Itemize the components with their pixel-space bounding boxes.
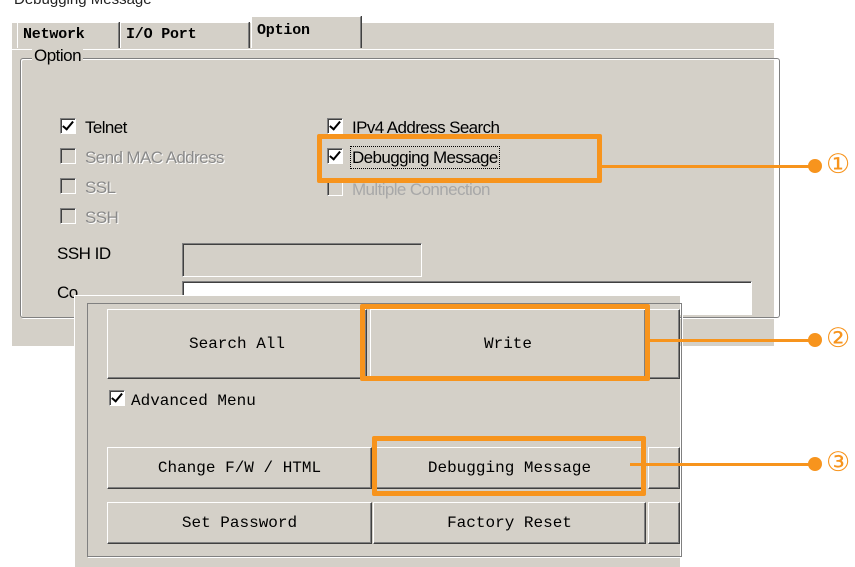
leader-dot-2 [808, 333, 822, 347]
leader-line-1 [600, 165, 812, 168]
marker-3: ③ [826, 447, 851, 478]
change-fw-html-button[interactable]: Change F/W / HTML [107, 447, 372, 489]
marker-1: ① [826, 149, 851, 180]
leader-line-3 [630, 463, 812, 466]
ssh-checkbox: SSH [60, 208, 119, 228]
checkbox-box[interactable] [109, 390, 125, 406]
set-password-button[interactable]: Set Password [107, 502, 372, 544]
highlight-box-1 [317, 134, 602, 183]
advanced-menu-checkbox[interactable]: Advanced Menu [109, 390, 256, 410]
tab-option[interactable]: Option [251, 16, 361, 48]
checkbox-box [60, 208, 76, 224]
ssl-checkbox: SSL [60, 178, 116, 198]
leader-dot-1 [808, 159, 822, 173]
checkbox-box [60, 178, 76, 194]
clipped-button[interactable] [648, 309, 680, 379]
multiple-connection-checkbox: Multiple Connection [327, 180, 491, 200]
factory-reset-button[interactable]: Factory Reset [373, 502, 646, 544]
checkbox-box [60, 148, 76, 164]
checkbox-box[interactable] [327, 118, 343, 134]
search-all-button[interactable]: Search All [107, 309, 367, 379]
advanced-menu-label: Advanced Menu [131, 392, 256, 410]
ssh-id-label: SSH ID [57, 244, 111, 263]
tab-network[interactable]: Network [17, 22, 119, 48]
clipped-button[interactable] [648, 447, 680, 489]
leader-dot-3 [808, 457, 822, 471]
send-mac-address-label: Send MAC Address [85, 148, 224, 167]
telnet-checkbox[interactable]: Telnet [60, 118, 127, 138]
send-mac-address-checkbox: Send MAC Address [60, 148, 224, 168]
clipped-button[interactable] [648, 502, 680, 544]
leader-line-2 [648, 339, 812, 342]
tab-io-port[interactable]: I/O Port [120, 22, 249, 48]
ssh-label: SSH [85, 208, 119, 227]
clipped-heading: Debugging Message [14, 0, 152, 8]
marker-2: ② [826, 323, 851, 354]
highlight-box-3 [372, 436, 646, 496]
option-legend: Option [32, 46, 84, 66]
checkbox-box[interactable] [60, 118, 76, 134]
ssh-id-field [182, 243, 422, 277]
telnet-label: Telnet [85, 118, 127, 137]
ssl-label: SSL [85, 178, 116, 197]
highlight-box-2 [360, 304, 650, 381]
